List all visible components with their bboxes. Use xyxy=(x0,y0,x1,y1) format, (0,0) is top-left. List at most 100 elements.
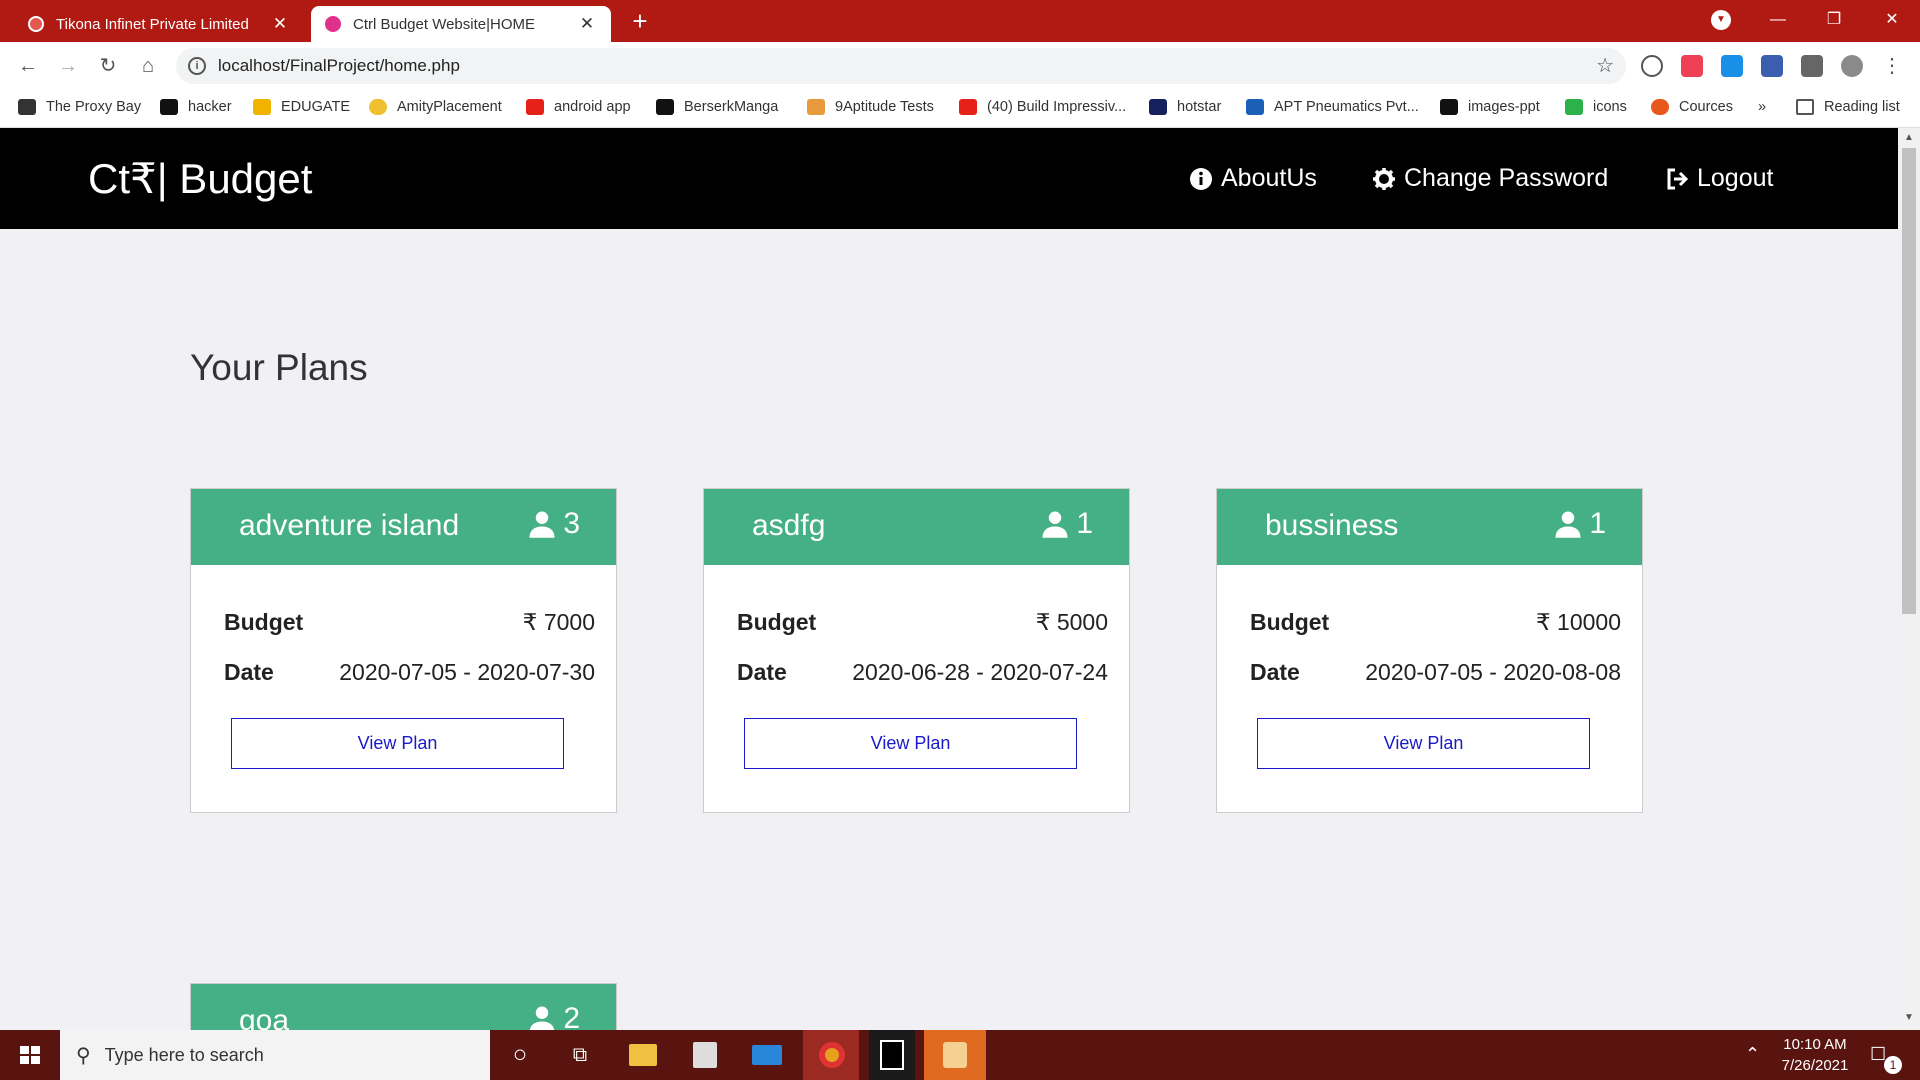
reading-list-button[interactable]: Reading list xyxy=(1796,99,1900,115)
budget-label: Budget xyxy=(224,609,304,635)
user-icon xyxy=(1042,511,1068,538)
user-icon xyxy=(1555,511,1581,538)
tab-title: Ctrl Budget Website|HOME xyxy=(353,15,536,33)
bookmark-hotstar[interactable]: hotstar xyxy=(1149,99,1221,115)
date-label: Date xyxy=(1250,659,1300,685)
tray-chevron-icon[interactable]: ⌃ xyxy=(1745,1044,1760,1065)
scroll-up-icon[interactable]: ▲ xyxy=(1904,132,1914,143)
view-plan-button[interactable]: View Plan xyxy=(1257,718,1590,769)
hackerrank-icon xyxy=(160,99,178,115)
view-plan-button[interactable]: View Plan xyxy=(231,718,564,769)
bookmark-label: BerserkManga xyxy=(684,99,779,115)
edugate-icon xyxy=(253,99,271,115)
budget-value: ₹ 7000 xyxy=(522,609,595,635)
reload-icon[interactable]: ↻ xyxy=(92,50,124,82)
site-brand[interactable]: Ct₹| Budget xyxy=(88,154,312,203)
file-explorer-icon[interactable] xyxy=(623,1036,663,1074)
bookmark-images-ppt[interactable]: images-ppt xyxy=(1440,99,1540,115)
bookmark-label: (40) Build Impressiv... xyxy=(987,99,1127,115)
date-row: Date 2020-07-05 - 2020-08-08 xyxy=(1250,659,1621,686)
tikona-favicon-icon xyxy=(28,16,44,32)
address-bar[interactable]: i localhost/FinalProject/home.php ☆ xyxy=(176,48,1626,84)
extensions-puzzle-icon[interactable] xyxy=(1801,55,1823,77)
mail-icon[interactable] xyxy=(747,1036,787,1074)
browser-menu-icon[interactable]: ⋮ xyxy=(1881,55,1903,77)
hotstar-icon xyxy=(1149,99,1167,115)
forward-icon[interactable]: → xyxy=(52,50,84,82)
date-value: 2020-07-05 - 2020-08-08 xyxy=(1365,659,1621,685)
close-tab-icon[interactable]: ✕ xyxy=(270,14,290,34)
bookmark-apt[interactable]: APT Pneumatics Pvt... xyxy=(1246,99,1419,115)
nav-logout[interactable]: Logout xyxy=(1665,164,1773,193)
windows-extension-icon[interactable] xyxy=(1721,55,1743,77)
minimize-button[interactable]: — xyxy=(1750,0,1806,42)
ctrl-budget-favicon-icon xyxy=(325,16,341,32)
plan-people: 3 xyxy=(527,507,580,541)
profile-avatar[interactable] xyxy=(1841,55,1863,77)
taskbar-clock[interactable]: 10:10 AM 7/26/2021 xyxy=(1760,1034,1870,1076)
cube-extension-icon[interactable] xyxy=(1761,55,1783,77)
plan-card: bussiness 1 Budget ₹ 10000 Date 2020-07-05… xyxy=(1216,488,1643,813)
tab-search-icon[interactable]: ▼ xyxy=(1711,10,1731,30)
cortana-icon[interactable]: ○ xyxy=(500,1036,540,1074)
nav-about-us[interactable]: AboutUs xyxy=(1189,164,1317,193)
start-button[interactable] xyxy=(0,1030,60,1080)
block-extension-icon[interactable] xyxy=(1641,55,1663,77)
bookmark-label: android app xyxy=(554,99,631,115)
bookmark-hacker[interactable]: hacker xyxy=(160,99,232,115)
bookmark-proxy-bay[interactable]: The Proxy Bay xyxy=(18,99,141,115)
back-icon[interactable]: ← xyxy=(12,50,44,82)
bookmark-star-icon[interactable]: ☆ xyxy=(1596,53,1614,78)
plan-people-count: 3 xyxy=(563,507,580,540)
windows-taskbar: ⚲ Type here to search ○ ⧉ ⌃ 10:10 AM 7/2… xyxy=(0,1030,1920,1080)
chrome-icon[interactable] xyxy=(803,1030,859,1080)
scrollbar-thumb[interactable] xyxy=(1902,148,1916,614)
clock-date: 7/26/2021 xyxy=(1781,1057,1849,1074)
new-tab-button[interactable]: + xyxy=(624,6,656,38)
plan-people: 1 xyxy=(1553,507,1606,541)
budget-label: Budget xyxy=(737,609,817,635)
date-value: 2020-07-05 - 2020-07-30 xyxy=(339,659,595,685)
plan-card-header: asdfg 1 xyxy=(704,489,1129,565)
restore-button[interactable]: ❐ xyxy=(1806,0,1862,42)
date-row: Date 2020-07-05 - 2020-07-30 xyxy=(224,659,595,686)
nav-logout-label: Logout xyxy=(1697,164,1774,192)
icons-icon xyxy=(1565,99,1583,115)
tab-ctrl-budget[interactable]: Ctrl Budget Website|HOME ✕ xyxy=(311,6,611,42)
mc-icon xyxy=(656,99,674,115)
home-icon[interactable]: ⌂ xyxy=(132,50,164,82)
close-window-button[interactable]: ✕ xyxy=(1864,0,1920,42)
bookmark-edugate[interactable]: EDUGATE xyxy=(253,99,350,115)
budget-value: ₹ 10000 xyxy=(1536,609,1621,635)
bookmark-label: Cources xyxy=(1679,99,1733,115)
epic-games-icon[interactable] xyxy=(869,1030,915,1080)
bookmark-berserk[interactable]: BerserkManga xyxy=(656,99,778,115)
site-info-icon[interactable]: i xyxy=(188,57,206,75)
bookmark-icons[interactable]: icons xyxy=(1565,99,1627,115)
url-text: localhost/FinalProject/home.php xyxy=(218,56,460,75)
store-icon[interactable] xyxy=(685,1036,725,1074)
plan-card: adventure island 3 Budget ₹ 7000 Date 2020… xyxy=(190,488,617,813)
task-view-icon[interactable]: ⧉ xyxy=(560,1036,600,1074)
nav-change-password[interactable]: Change Password xyxy=(1372,164,1608,193)
reading-list-icon xyxy=(1796,99,1814,115)
date-row: Date 2020-06-28 - 2020-07-24 xyxy=(737,659,1108,686)
taskbar-search[interactable]: ⚲ Type here to search xyxy=(60,1030,490,1080)
app-cube-icon[interactable] xyxy=(924,1030,986,1080)
pocket-extension-icon[interactable] xyxy=(1681,55,1703,77)
scroll-down-icon[interactable]: ▼ xyxy=(1904,1012,1914,1023)
bookmark-android-app[interactable]: android app xyxy=(526,99,631,115)
bookmark-9aptitude[interactable]: 9Aptitude Tests xyxy=(807,99,934,115)
view-plan-button[interactable]: View Plan xyxy=(744,718,1077,769)
close-tab-icon[interactable]: ✕ xyxy=(577,14,597,34)
bookmark-cources[interactable]: Cources xyxy=(1651,99,1733,115)
bookmark-amity[interactable]: AmityPlacement xyxy=(369,99,502,115)
bookmark-build[interactable]: (40) Build Impressiv... xyxy=(959,99,1126,115)
plan-people: 1 xyxy=(1040,507,1093,541)
budget-row: Budget ₹ 7000 xyxy=(224,609,595,636)
plan-name: adventure island xyxy=(239,509,460,542)
tab-tikona[interactable]: Tikona Infinet Private Limited ✕ xyxy=(14,6,304,42)
page-scrollbar[interactable]: ▲ ▼ xyxy=(1898,128,1920,1030)
bookmark-label: hotstar xyxy=(1177,99,1222,115)
bookmarks-overflow-button[interactable]: » xyxy=(1758,99,1766,115)
